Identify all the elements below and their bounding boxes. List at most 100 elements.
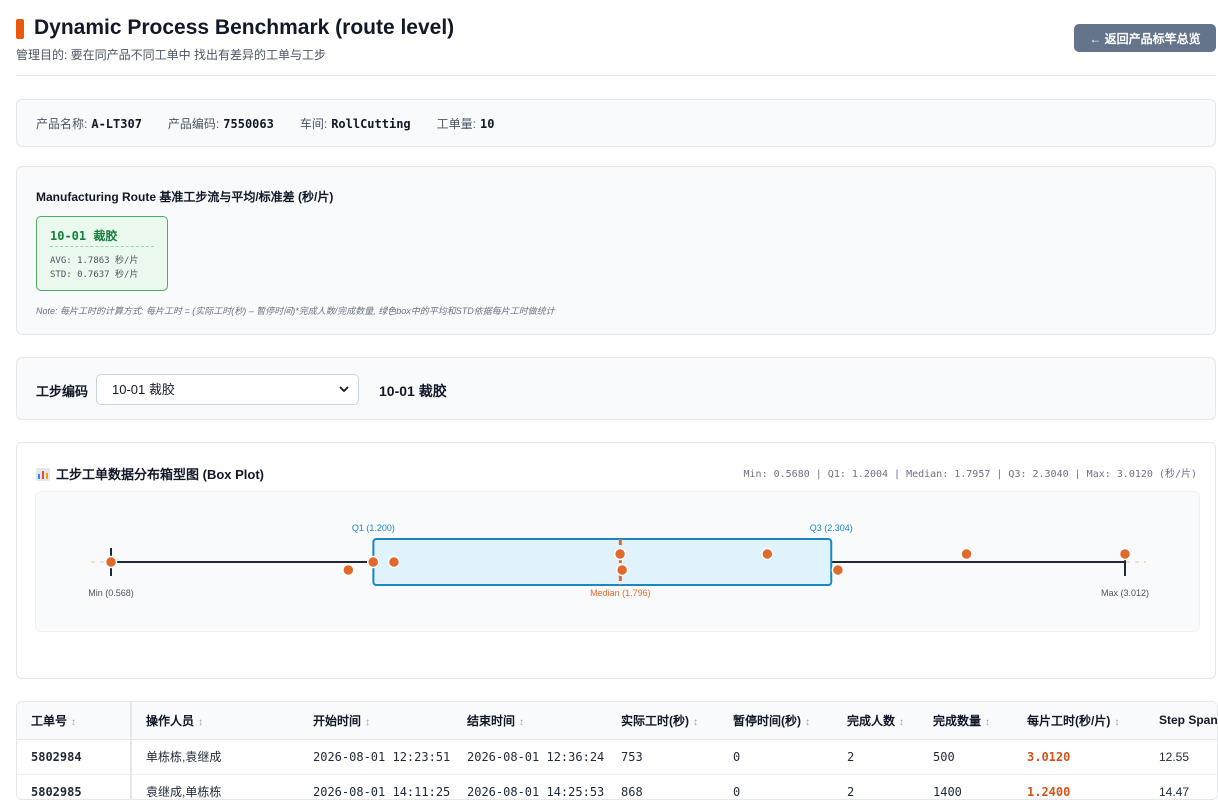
column-header[interactable]: 操作人员 ↕ xyxy=(131,702,299,740)
data-point xyxy=(387,555,401,569)
step-code-selected-value: 10-01 裁胶 xyxy=(112,382,175,397)
table-cell: 2 xyxy=(833,739,919,775)
sort-icon[interactable]: ↕ xyxy=(899,717,904,728)
column-header[interactable]: 工单号 ↕ xyxy=(17,702,132,740)
column-header-label: 完成人数 xyxy=(847,713,896,728)
table-cell: 0 xyxy=(719,774,833,799)
table-row[interactable]: 5802985 袁继成,单栋栋 2026-08-01 14:11:25 2026-08… xyxy=(17,774,1217,799)
workshop-field: 车间: RollCutting xyxy=(300,115,411,132)
sort-icon[interactable]: ↕ xyxy=(198,717,203,728)
boxplot-svg: Q1 (1.200) Q3 (2.304) Median (1.796) Min (0… xyxy=(88,523,1149,598)
route-step-box[interactable]: 10-01 裁胶 AVG: 1.7863 秒/片 STD: 0.7637 秒/片 xyxy=(36,216,168,291)
page-subtitle: 管理目的: 要在同产品不同工单中 找出有差异的工单与工步 xyxy=(16,48,327,62)
table-cell: 500 xyxy=(919,739,1013,775)
table-cell: 3.0120 xyxy=(1013,739,1145,775)
median-label: Median (1.796) xyxy=(590,588,651,598)
column-header[interactable]: 完成人数 ↕ xyxy=(833,702,919,740)
order-count-value: 10 xyxy=(480,116,495,131)
product-code-field: 产品编码: 7550063 xyxy=(168,115,274,132)
column-header-label: 每片工时(秒/片) xyxy=(1027,713,1111,728)
product-name-value: A-LT307 xyxy=(91,116,142,131)
q3-label: Q3 (2.304) xyxy=(810,523,853,533)
table-cell: 14.47 xyxy=(1145,774,1217,799)
data-point xyxy=(342,563,355,577)
sort-icon[interactable]: ↕ xyxy=(1114,717,1119,728)
sort-icon[interactable]: ↕ xyxy=(985,717,990,728)
back-to-overview-button[interactable]: ← 返回产品标竿总览 xyxy=(1074,24,1216,52)
table-cell: 2026-08-01 12:36:24 xyxy=(453,739,607,775)
table-cell: 12.55 xyxy=(1145,739,1217,775)
table-cell: 2026-08-01 14:11:25 xyxy=(299,774,453,799)
step-code-select[interactable]: 10-01 裁胶 xyxy=(96,374,359,405)
column-header-label: 工单号 xyxy=(31,713,68,728)
column-header[interactable]: Step Span T xyxy=(1145,702,1218,740)
step-selector-card: 工步编码 10-01 裁胶 10-01 裁胶 xyxy=(16,357,1216,420)
data-point xyxy=(831,563,845,577)
sort-icon[interactable]: ↕ xyxy=(519,717,524,728)
route-step-avg: AVG: 1.7863 秒/片 xyxy=(50,256,139,266)
product-code-value: 7550063 xyxy=(223,116,274,131)
order-count-field: 工单量: 10 xyxy=(437,115,495,132)
page-header: Dynamic Process Benchmark (route level) … xyxy=(16,14,1216,76)
boxplot-stats: Min: 0.5680 | Q1: 1.2004 | Median: 1.795… xyxy=(743,469,1197,480)
table-cell: 单栋栋,袁继成 xyxy=(131,739,299,775)
table-row[interactable]: 5802984 单栋栋,袁继成 2026-08-01 12:23:51 2026-08… xyxy=(17,739,1217,775)
sort-icon[interactable]: ↕ xyxy=(693,717,698,728)
data-point xyxy=(761,547,774,561)
column-header-label: 开始时间 xyxy=(313,713,362,728)
product-code-label: 产品编码: xyxy=(167,116,220,131)
workshop-label: 车间: xyxy=(299,116,328,131)
workshop-value: RollCutting xyxy=(331,116,411,131)
sort-icon[interactable]: ↕ xyxy=(805,717,810,728)
boxplot-plot-area: Q1 (1.200) Q3 (2.304) Median (1.796) Min (0… xyxy=(35,491,1200,632)
sort-icon[interactable]: ↕ xyxy=(365,717,370,728)
route-step-std: STD: 0.7637 秒/片 xyxy=(50,270,139,280)
table-cell: 5802984 xyxy=(17,739,132,775)
data-point xyxy=(1118,547,1132,561)
min-label: Min (0.568) xyxy=(88,588,134,598)
table-body: 5802984 单栋栋,袁继成 2026-08-01 12:23:51 2026-08… xyxy=(17,739,1217,799)
product-info-card: 产品名称: A-LT307 产品编码: 7550063 车间: RollCutting… xyxy=(16,99,1216,147)
order-count-label: 工单量: xyxy=(436,116,477,131)
column-header-label: 暂停时间(秒) xyxy=(733,713,801,728)
data-point xyxy=(104,555,118,569)
data-point xyxy=(615,563,629,577)
column-header[interactable]: 实际工时(秒) ↕ xyxy=(607,702,719,740)
route-step-divider xyxy=(50,246,154,247)
route-note: Note: 每片工时的计算方式: 每片工时 = (实际工时(秒) – 暂停时间)… xyxy=(36,306,555,316)
max-label: Max (3.012) xyxy=(1101,588,1149,598)
boxplot-title: 工步工单数据分布箱型图 (Box Plot) xyxy=(36,464,264,483)
manufacturing-route-card: Manufacturing Route 基准工步流与平均/标准差 (秒/片) 1… xyxy=(16,166,1216,335)
q1-label: Q1 (1.200) xyxy=(352,523,395,533)
product-name-field: 产品名称: A-LT307 xyxy=(36,115,142,132)
bar-chart-icon xyxy=(36,468,50,481)
sort-icon[interactable]: ↕ xyxy=(71,717,76,728)
column-header[interactable]: 结束时间 ↕ xyxy=(453,702,607,740)
column-header-label: Step Span T xyxy=(1159,713,1218,728)
column-header[interactable]: 完成数量 ↕ xyxy=(919,702,1013,740)
column-header-label: 实际工时(秒) xyxy=(621,713,689,728)
column-header-label: 完成数量 xyxy=(933,713,982,728)
table-cell: 2026-08-01 12:23:51 xyxy=(299,739,453,775)
product-name-label: 产品名称: xyxy=(36,116,88,131)
step-code-label: 工步编码 xyxy=(36,384,89,399)
table-header-row: 工单号 ↕ 操作人员 ↕ 开始时间 ↕ 结束时间 ↕ 实际工时(秒) ↕ 暂停时间(秒) ↕ 完成人数 ↕… xyxy=(17,702,1218,740)
table-cell: 868 xyxy=(607,774,719,799)
work-order-table: 工单号 ↕ 操作人员 ↕ 开始时间 ↕ 结束时间 ↕ 实际工时(秒) ↕ 暂停时间(秒) ↕ 完成人数 ↕… xyxy=(16,701,1218,800)
table-cell: 753 xyxy=(607,739,719,775)
table-cell: 袁继成,单栋栋 xyxy=(131,774,299,799)
column-header[interactable]: 暂停时间(秒) ↕ xyxy=(719,702,833,740)
table-cell: 5802985 xyxy=(17,774,132,799)
title-accent-bar xyxy=(16,19,24,39)
data-point xyxy=(960,547,973,561)
data-point xyxy=(366,555,380,569)
column-header[interactable]: 开始时间 ↕ xyxy=(299,702,453,740)
column-header-label: 结束时间 xyxy=(467,713,516,728)
route-step-name: 10-01 裁胶 xyxy=(50,229,118,243)
table-cell: 2026-08-01 14:25:53 xyxy=(453,774,607,799)
boxplot-title-text: 工步工单数据分布箱型图 (Box Plot) xyxy=(56,467,264,482)
iqr-box xyxy=(372,538,833,586)
table-cell: 1.2400 xyxy=(1013,774,1145,799)
column-header[interactable]: 每片工时(秒/片) ↕ xyxy=(1013,702,1145,740)
data-point xyxy=(613,547,627,561)
